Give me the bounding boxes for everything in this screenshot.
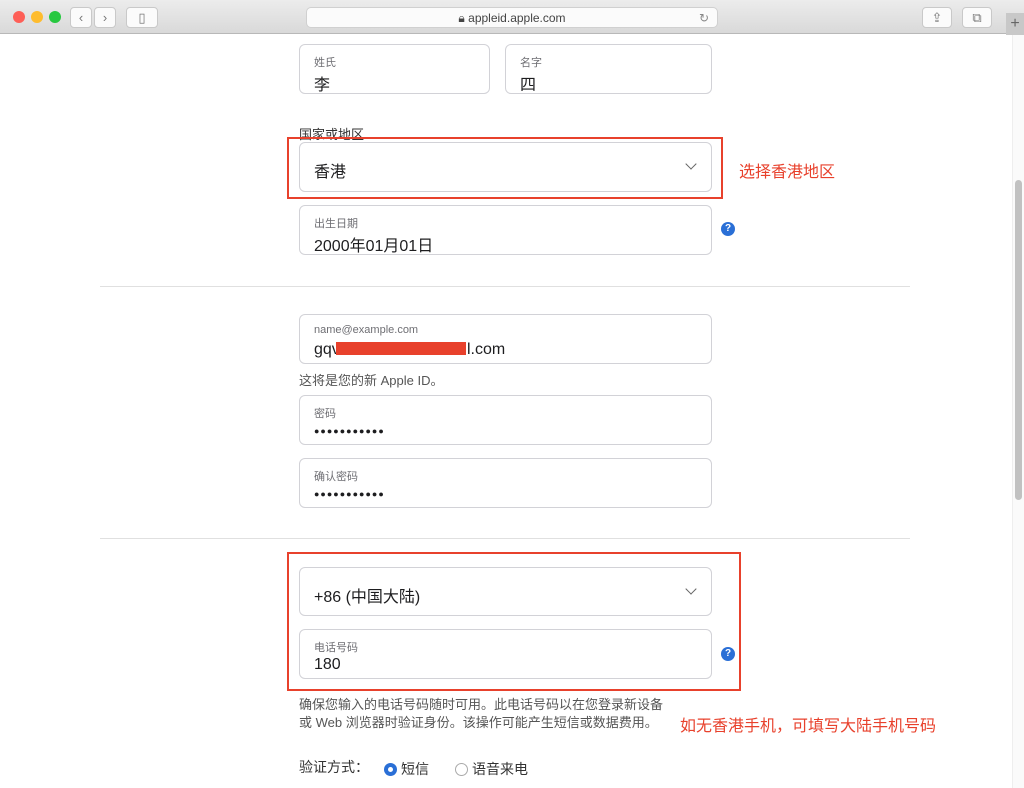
help-icon[interactable]: ?: [721, 222, 735, 236]
last-name-label: 姓氏: [314, 57, 336, 69]
zoom-window-button[interactable]: [49, 11, 61, 23]
close-window-button[interactable]: [13, 11, 25, 23]
chevron-right-icon: ›: [102, 10, 108, 25]
browser-toolbar: ‹ › ▯ 🔒︎ appleid.apple.com ↻ ⇪ ⧉ +: [0, 0, 1024, 35]
last-name-field[interactable]: 姓氏 李: [299, 44, 490, 94]
annotation-region: 选择香港地区: [739, 164, 836, 181]
scrollbar-thumb[interactable]: [1015, 180, 1022, 500]
divider: [100, 286, 910, 287]
confirm-password-field[interactable]: 确认密码 ●●●●●●●●●●●: [299, 458, 712, 508]
tabs-button[interactable]: ⧉: [962, 7, 992, 28]
last-name-value: 李: [314, 77, 331, 94]
url-text: appleid.apple.com: [468, 11, 566, 25]
password-label: 密码: [314, 408, 336, 420]
annotation-box-phone: [287, 552, 741, 691]
annotation-box-region: [287, 137, 723, 199]
first-name-value: 四: [520, 77, 537, 94]
redaction-mask: [336, 342, 466, 355]
scrollbar[interactable]: [1012, 35, 1024, 788]
back-button[interactable]: ‹: [70, 7, 92, 28]
birthday-value: 2000年01月01日: [314, 238, 434, 255]
password-field[interactable]: 密码 ●●●●●●●●●●●: [299, 395, 712, 445]
address-bar[interactable]: 🔒︎ appleid.apple.com ↻: [306, 7, 718, 28]
birthday-label: 出生日期: [314, 218, 358, 230]
first-name-label: 名字: [520, 57, 542, 69]
share-button[interactable]: ⇪: [922, 7, 952, 28]
email-hint: 这将是您的新 Apple ID。: [299, 373, 444, 388]
reload-icon[interactable]: ↻: [699, 8, 709, 28]
sidebar-button[interactable]: ▯: [126, 7, 158, 28]
share-icon: ⇪: [931, 10, 943, 25]
radio-selected-icon: [384, 762, 397, 776]
annotation-phone: 如无香港手机，可填写大陆手机号码: [680, 718, 937, 735]
password-value: ●●●●●●●●●●●: [314, 426, 385, 436]
radio-sms[interactable]: 短信: [384, 759, 429, 779]
phone-description-line-2: 或 Web 浏览器时验证身份。该操作可能产生短信或数据费用。: [299, 715, 658, 730]
confirm-password-value: ●●●●●●●●●●●: [314, 489, 385, 499]
chevron-left-icon: ‹: [78, 10, 84, 25]
minimize-window-button[interactable]: [31, 11, 43, 23]
radio-sms-label: 短信: [401, 761, 429, 777]
radio-voice-call-label: 语音来电: [472, 761, 528, 777]
birthday-field[interactable]: 出生日期 2000年01月01日: [299, 205, 712, 255]
forward-button[interactable]: ›: [94, 7, 116, 28]
phone-description-line-1: 确保您输入的电话号码随时可用。此电话号码以在您登录新设备: [299, 697, 664, 712]
plus-icon: +: [1010, 15, 1020, 32]
divider: [100, 538, 910, 539]
new-tab-button[interactable]: +: [1006, 13, 1024, 35]
confirm-password-label: 确认密码: [314, 471, 358, 483]
radio-voice-call[interactable]: 语音来电: [455, 759, 528, 779]
lock-icon: 🔒︎: [458, 11, 465, 25]
radio-unselected-icon: [455, 762, 468, 776]
sidebar-icon: ▯: [138, 10, 146, 25]
verification-label: 验证方式：: [299, 759, 369, 775]
first-name-field[interactable]: 名字 四: [505, 44, 712, 94]
email-field[interactable]: name@example.com gqv l.com: [299, 314, 712, 364]
email-value-suffix: l.com: [467, 341, 506, 358]
email-placeholder-label: name@example.com: [314, 324, 419, 336]
tabs-icon: ⧉: [972, 10, 982, 25]
